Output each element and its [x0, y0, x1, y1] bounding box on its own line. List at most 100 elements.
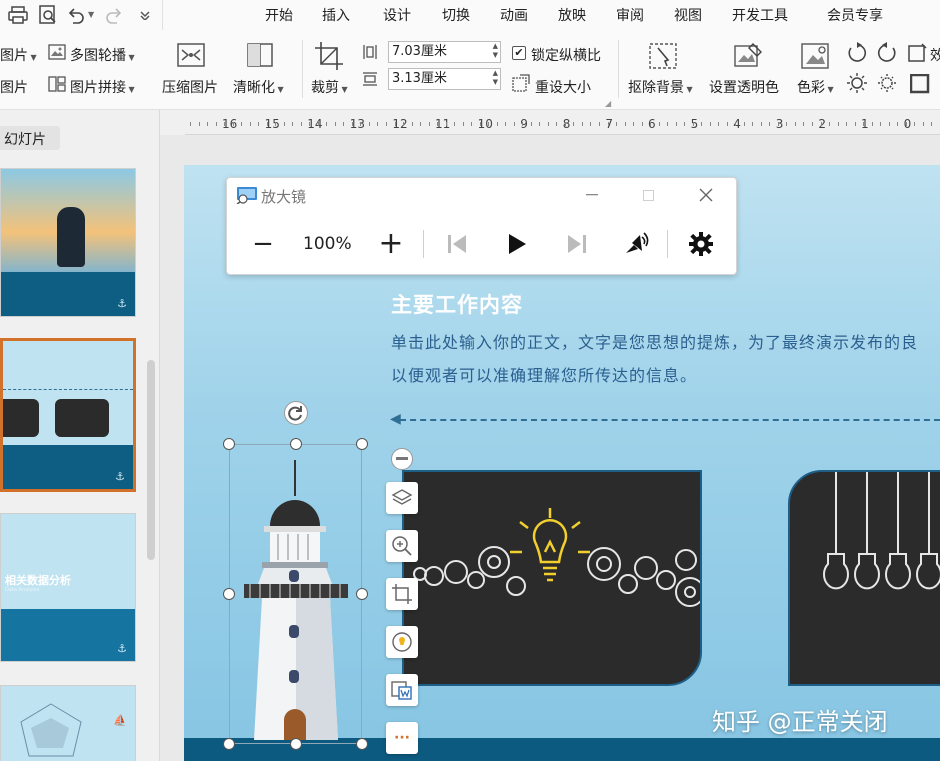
- ruler-tick: [812, 122, 813, 126]
- compress-button[interactable]: 压缩图片: [162, 77, 218, 97]
- slide-thumbnail-1[interactable]: ⚓: [0, 168, 136, 317]
- print-preview-icon[interactable]: [36, 4, 60, 26]
- zoom-out-button[interactable]: −: [247, 228, 279, 260]
- tab-home[interactable]: 开始: [265, 5, 293, 25]
- thumb-board: [3, 399, 39, 437]
- thumb-radar-chart: [20, 703, 82, 757]
- tab-member[interactable]: 会员专享: [827, 5, 883, 25]
- zoom-in-icon[interactable]: [386, 530, 418, 562]
- slide-thumbnail-4[interactable]: ⛵: [0, 685, 136, 761]
- ruler-tick: [667, 122, 669, 126]
- anchor-icon: ⚓: [117, 297, 127, 310]
- customize-icon[interactable]: [136, 4, 154, 26]
- carousel-icon[interactable]: [48, 44, 66, 64]
- splice-button[interactable]: 图片拼接 ▼: [70, 77, 135, 97]
- rotate-handle-icon[interactable]: [284, 401, 308, 425]
- resize-handle-n[interactable]: [290, 438, 302, 450]
- undo-icon[interactable]: [66, 4, 86, 26]
- close-icon[interactable]: [691, 182, 721, 208]
- magnifier-window[interactable]: 放大镜 − 100% +: [226, 177, 737, 275]
- sharpen-button[interactable]: 清晰化 ▼: [233, 77, 284, 97]
- redo-icon[interactable]: [104, 4, 124, 26]
- resize-handle-e[interactable]: [356, 588, 368, 600]
- reset-size-button[interactable]: 重设大小: [535, 77, 591, 97]
- border-icon[interactable]: [909, 73, 930, 98]
- settings-gear-icon[interactable]: [685, 228, 717, 260]
- resize-handle-nw[interactable]: [223, 438, 235, 450]
- color-icon[interactable]: [800, 42, 830, 74]
- picture-button-2[interactable]: 图片: [0, 77, 28, 97]
- undo-dropdown-icon[interactable]: ▼: [88, 10, 94, 19]
- slide-body-line-2[interactable]: 以便观者可以准确理解您所传达的信息。: [391, 362, 697, 386]
- tab-animation[interactable]: 动画: [500, 5, 528, 25]
- read-aloud-icon[interactable]: [621, 228, 653, 260]
- tab-developer[interactable]: 开发工具: [732, 5, 788, 25]
- maximize-button[interactable]: [633, 182, 663, 208]
- picture-button[interactable]: 图片 ▼: [0, 45, 37, 65]
- resize-handle-s[interactable]: [290, 738, 302, 750]
- slide-thumbnail-3[interactable]: 相关数据分析 Data Analysis ⚓: [0, 513, 136, 662]
- ruler-tick: [377, 122, 379, 126]
- resize-handle-se[interactable]: [356, 738, 368, 750]
- rotate-left-icon[interactable]: [846, 42, 868, 68]
- height-input[interactable]: 3.13厘米 ▲ ▼: [388, 68, 501, 90]
- chalkboard-image-gears[interactable]: [402, 470, 705, 686]
- smart-idea-icon[interactable]: [386, 626, 418, 658]
- ruler-tick: [709, 122, 711, 126]
- brightness-up-icon[interactable]: [846, 72, 868, 98]
- tab-insert[interactable]: 插入: [322, 5, 350, 25]
- tab-slideshow[interactable]: 放映: [558, 5, 586, 25]
- remove-bg-icon[interactable]: [648, 42, 678, 74]
- crop-button[interactable]: 裁剪 ▼: [311, 77, 348, 97]
- ruler-tick: [633, 122, 634, 126]
- slides-scrollbar[interactable]: [147, 360, 155, 560]
- brightness-down-icon[interactable]: [876, 72, 898, 98]
- transparent-color-button[interactable]: 设置透明色: [709, 77, 779, 97]
- next-icon[interactable]: [561, 228, 593, 260]
- rotate-right-icon[interactable]: [876, 42, 898, 68]
- ruler-tick: [249, 122, 251, 126]
- effects-label[interactable]: 效: [930, 45, 940, 65]
- remove-bg-button[interactable]: 抠除背景 ▼: [628, 77, 693, 97]
- dialog-launcher-icon[interactable]: ◢: [605, 99, 611, 108]
- reset-size-icon[interactable]: [512, 74, 530, 96]
- crop-tool-icon[interactable]: [386, 578, 418, 610]
- spin-arrows-icon[interactable]: ▲ ▼: [493, 69, 498, 87]
- slide-thumbnail-2[interactable]: ⚓: [0, 338, 136, 492]
- carousel-button[interactable]: 多图轮播 ▼: [70, 45, 135, 65]
- slide-body-line-1[interactable]: 单击此处输入你的正文，文字是您思想的提炼，为了最终演示发布的良: [391, 329, 918, 353]
- lock-ratio-checkbox[interactable]: ✔: [512, 46, 526, 60]
- previous-icon[interactable]: [441, 228, 473, 260]
- sharpen-icon[interactable]: [246, 42, 274, 72]
- print-icon[interactable]: [6, 4, 30, 26]
- resize-handle-w[interactable]: [223, 588, 235, 600]
- splice-icon[interactable]: [48, 76, 66, 96]
- zoom-in-button[interactable]: +: [375, 226, 407, 261]
- collapse-toolbar-icon[interactable]: [391, 448, 413, 470]
- more-options-button[interactable]: ···: [386, 722, 418, 754]
- spin-arrows-icon[interactable]: ▲ ▼: [493, 42, 498, 60]
- tab-view[interactable]: 视图: [674, 5, 702, 25]
- tab-transition[interactable]: 切换: [442, 5, 470, 25]
- layers-icon[interactable]: [386, 482, 418, 514]
- width-input[interactable]: 7.03厘米 ▲ ▼: [388, 41, 501, 63]
- image-to-word-icon[interactable]: [386, 674, 418, 706]
- hanging-bulbs-drawing: [823, 472, 940, 590]
- tab-design[interactable]: 设计: [383, 5, 411, 25]
- transparent-color-icon[interactable]: [733, 42, 763, 74]
- ruler-tick: [931, 122, 933, 126]
- tab-review[interactable]: 审阅: [616, 5, 644, 25]
- height-value: 3.13厘米: [392, 71, 447, 86]
- ruler-tick: [539, 122, 541, 126]
- crop-icon[interactable]: [314, 41, 344, 75]
- color-button[interactable]: 色彩 ▼: [797, 77, 834, 97]
- minimize-button[interactable]: [577, 182, 607, 208]
- play-icon[interactable]: [501, 228, 533, 260]
- compress-icon[interactable]: [176, 42, 206, 72]
- effects-icon[interactable]: [908, 43, 928, 67]
- resize-handle-sw[interactable]: [223, 738, 235, 750]
- slide-title[interactable]: 主要工作内容: [391, 289, 523, 319]
- chalkboard-image-bulbs[interactable]: [788, 470, 940, 686]
- ruler-tick: [735, 122, 737, 126]
- resize-handle-ne[interactable]: [356, 438, 368, 450]
